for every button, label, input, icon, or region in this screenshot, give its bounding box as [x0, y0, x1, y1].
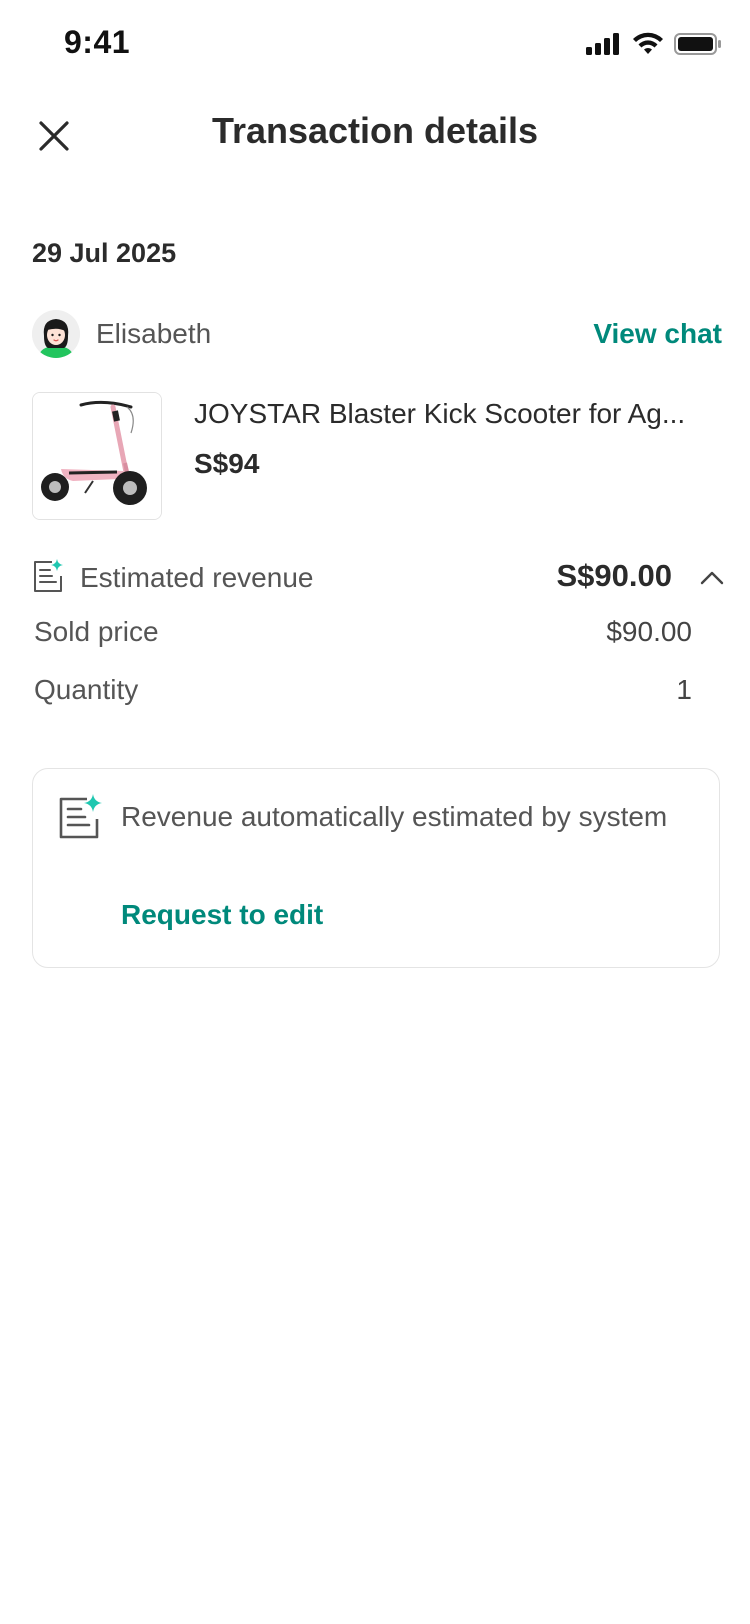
request-to-edit-link[interactable]: Request to edit — [121, 899, 323, 931]
buyer-row: Elisabeth View chat — [32, 310, 722, 360]
quantity-value: 1 — [676, 674, 692, 705]
estimated-revenue-label: Estimated revenue — [80, 562, 314, 593]
quantity-label: Quantity — [34, 674, 139, 705]
estimate-info-text: Revenue automatically estimated by syste… — [121, 801, 668, 832]
ai-document-icon — [34, 559, 63, 592]
battery-icon — [674, 33, 721, 55]
estimated-revenue-amount: S$90.00 — [556, 558, 673, 593]
estimate-info-box: Revenue automatically estimated by syste… — [32, 768, 720, 968]
header: Transaction details — [0, 96, 750, 176]
buyer-name[interactable]: Elisabeth — [96, 318, 211, 350]
avatar[interactable] — [32, 310, 80, 358]
chevron-up-icon[interactable] — [698, 564, 726, 592]
wifi-icon — [633, 32, 663, 54]
status-bar: 9:41 — [0, 0, 750, 90]
sold-price-row: Sold price $90.00 — [34, 616, 692, 656]
transaction-date: 29 Jul 2025 — [32, 238, 177, 268]
cellular-signal-icon — [586, 33, 619, 55]
status-time: 9:41 — [64, 24, 131, 60]
listing-thumbnail — [32, 392, 162, 520]
avatar-illustration-icon — [32, 310, 80, 358]
quantity-row: Quantity 1 — [34, 674, 692, 714]
listing-card[interactable]: JOYSTAR Blaster Kick Scooter for Ag... S… — [32, 392, 722, 520]
sold-price-value: $90.00 — [606, 616, 692, 647]
page-title: Transaction details — [211, 110, 539, 151]
kick-scooter-image — [33, 393, 161, 519]
view-chat-link[interactable]: View chat — [593, 318, 722, 350]
sold-price-label: Sold price — [34, 616, 159, 647]
ai-document-icon — [59, 794, 102, 839]
status-icons — [586, 32, 722, 56]
listing-price: S$94 — [194, 448, 260, 479]
listing-title: JOYSTAR Blaster Kick Scooter for Ag... — [194, 398, 686, 429]
estimated-revenue-row[interactable]: Estimated revenue S$90.00 — [32, 554, 732, 602]
